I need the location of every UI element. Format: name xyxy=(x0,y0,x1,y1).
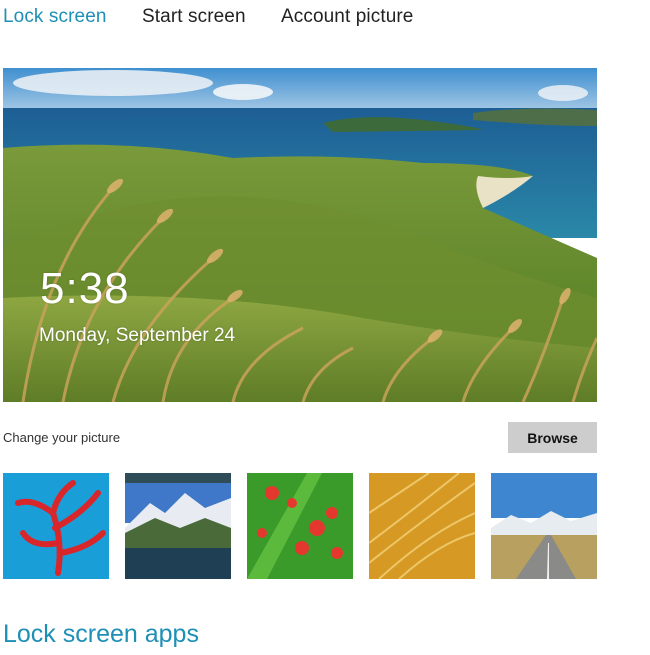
lock-screen-time: 5:38 xyxy=(40,264,130,313)
lock-screen-date: Monday, September 24 xyxy=(39,325,236,346)
thumbnail-red-coral[interactable] xyxy=(3,473,109,579)
browse-button[interactable]: Browse xyxy=(508,422,597,453)
thumbnail-mountain-lake[interactable] xyxy=(125,473,231,579)
tab-start-screen[interactable]: Start screen xyxy=(142,6,246,28)
preview-image xyxy=(3,68,597,402)
lock-screen-apps-heading: Lock screen apps xyxy=(3,620,199,648)
thumbnail-mountain-road[interactable] xyxy=(491,473,597,579)
thumbnail-red-flowers[interactable] xyxy=(247,473,353,579)
tab-account-picture[interactable]: Account picture xyxy=(281,6,413,28)
lock-screen-preview: 5:38 Monday, September 24 xyxy=(3,68,597,402)
thumbnail-golden-grass[interactable] xyxy=(369,473,475,579)
tab-lock-screen[interactable]: Lock screen xyxy=(3,6,107,28)
change-picture-label: Change your picture xyxy=(3,430,121,445)
